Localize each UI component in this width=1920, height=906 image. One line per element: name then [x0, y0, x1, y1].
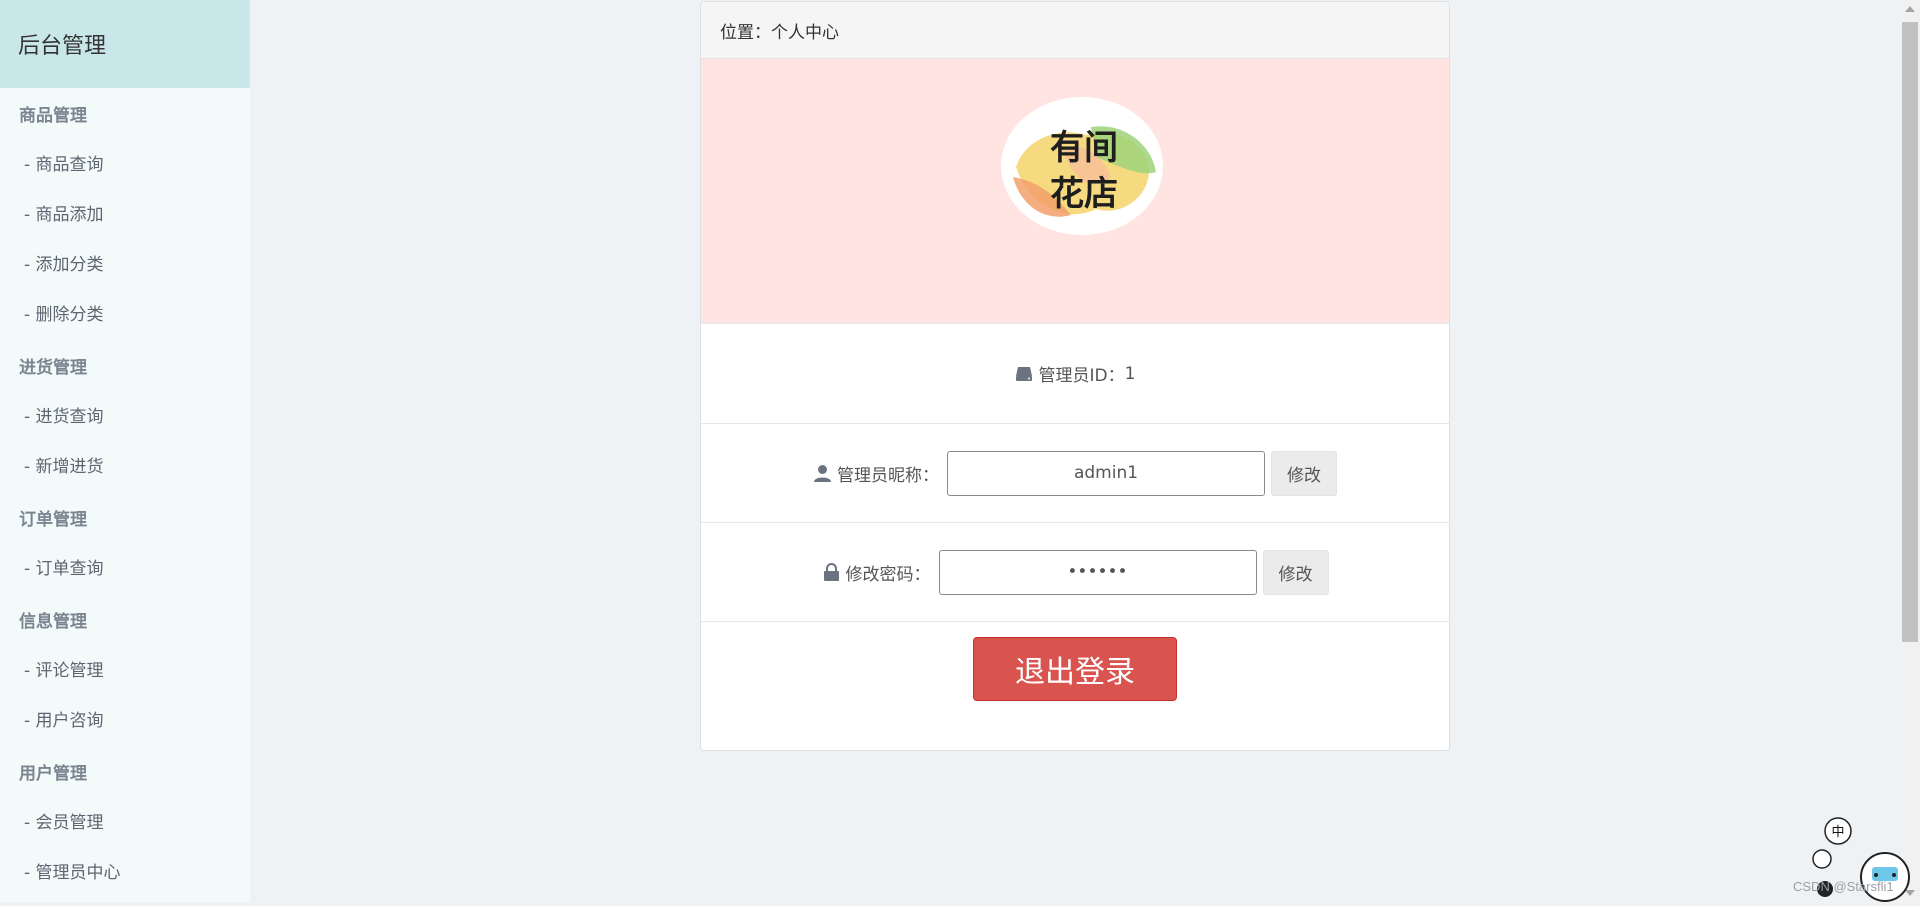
scrollbar-thumb[interactable]: [1902, 22, 1918, 642]
breadcrumb: 位置：个人中心: [701, 2, 1449, 59]
logo-text-line1: 有间: [1050, 128, 1118, 168]
nickname-input[interactable]: [947, 450, 1265, 496]
password-row: 修改密码： 修改: [701, 523, 1449, 622]
admin-id-label: 管理员ID：: [1038, 366, 1125, 386]
ime-indicator: 中: [1831, 825, 1844, 840]
sidebar-title: 后台管理: [0, 0, 250, 88]
nav-group-users[interactable]: 用户管理: [0, 746, 250, 798]
password-label: 修改密码：: [845, 564, 931, 585]
nav-group-info[interactable]: 信息管理: [0, 594, 250, 646]
nav-item-purchase-add[interactable]: - 新增进货: [0, 442, 250, 492]
password-edit-button[interactable]: 修改: [1262, 549, 1329, 595]
user-icon: [813, 464, 832, 483]
watermark: CSDN @Starsfli1: [1793, 879, 1894, 894]
nav-group-products[interactable]: 商品管理: [0, 88, 250, 140]
shop-logo: 有间 花店: [1001, 97, 1163, 235]
nav-item-consult[interactable]: - 用户咨询: [0, 696, 250, 746]
nav-item-product-add[interactable]: - 商品添加: [0, 190, 250, 240]
nickname-label: 管理员昵称：: [837, 465, 939, 486]
nickname-row: 管理员昵称： 修改: [701, 424, 1449, 523]
logo-text-line2: 花店: [1050, 174, 1118, 214]
nickname-edit-button[interactable]: 修改: [1271, 450, 1337, 496]
logout-row: 退出登录: [701, 622, 1449, 732]
nav-item-admin-center[interactable]: - 管理员中心: [0, 848, 250, 898]
logout-button[interactable]: 退出登录: [973, 637, 1177, 701]
admin-id-row: 管理员ID： 1: [701, 324, 1449, 424]
nav-item-category-delete[interactable]: - 删除分类: [0, 290, 250, 340]
nav-item-category-add[interactable]: - 添加分类: [0, 240, 250, 290]
sidebar: 后台管理 商品管理 - 商品查询 - 商品添加 - 添加分类 - 删除分类 进货…: [0, 0, 250, 902]
admin-id-value: 1: [1124, 363, 1136, 384]
nav-item-order-query[interactable]: - 订单查询: [0, 544, 250, 594]
lock-icon: [822, 562, 841, 582]
nav-item-members[interactable]: - 会员管理: [0, 798, 250, 848]
logo-graphic: 有间 花店: [1001, 97, 1163, 235]
hdd-icon: [1015, 364, 1034, 383]
profile-panel: 位置：个人中心 有间 花店 管理员ID： 1 管理员昵称： admin1 修改 …: [700, 1, 1450, 751]
page-scrollbar[interactable]: [1900, 0, 1920, 902]
scroll-up-arrow-icon[interactable]: [1905, 6, 1915, 12]
nav-item-comments[interactable]: - 评论管理: [0, 646, 250, 696]
nav-item-product-query[interactable]: - 商品查询: [0, 140, 250, 190]
nav-item-purchase-query[interactable]: - 进货查询: [0, 392, 250, 442]
nav-group-purchase[interactable]: 进货管理: [0, 340, 250, 392]
nav-group-orders[interactable]: 订单管理: [0, 492, 250, 544]
logo-banner: 有间 花店: [701, 59, 1449, 324]
password-input[interactable]: [938, 549, 1257, 595]
